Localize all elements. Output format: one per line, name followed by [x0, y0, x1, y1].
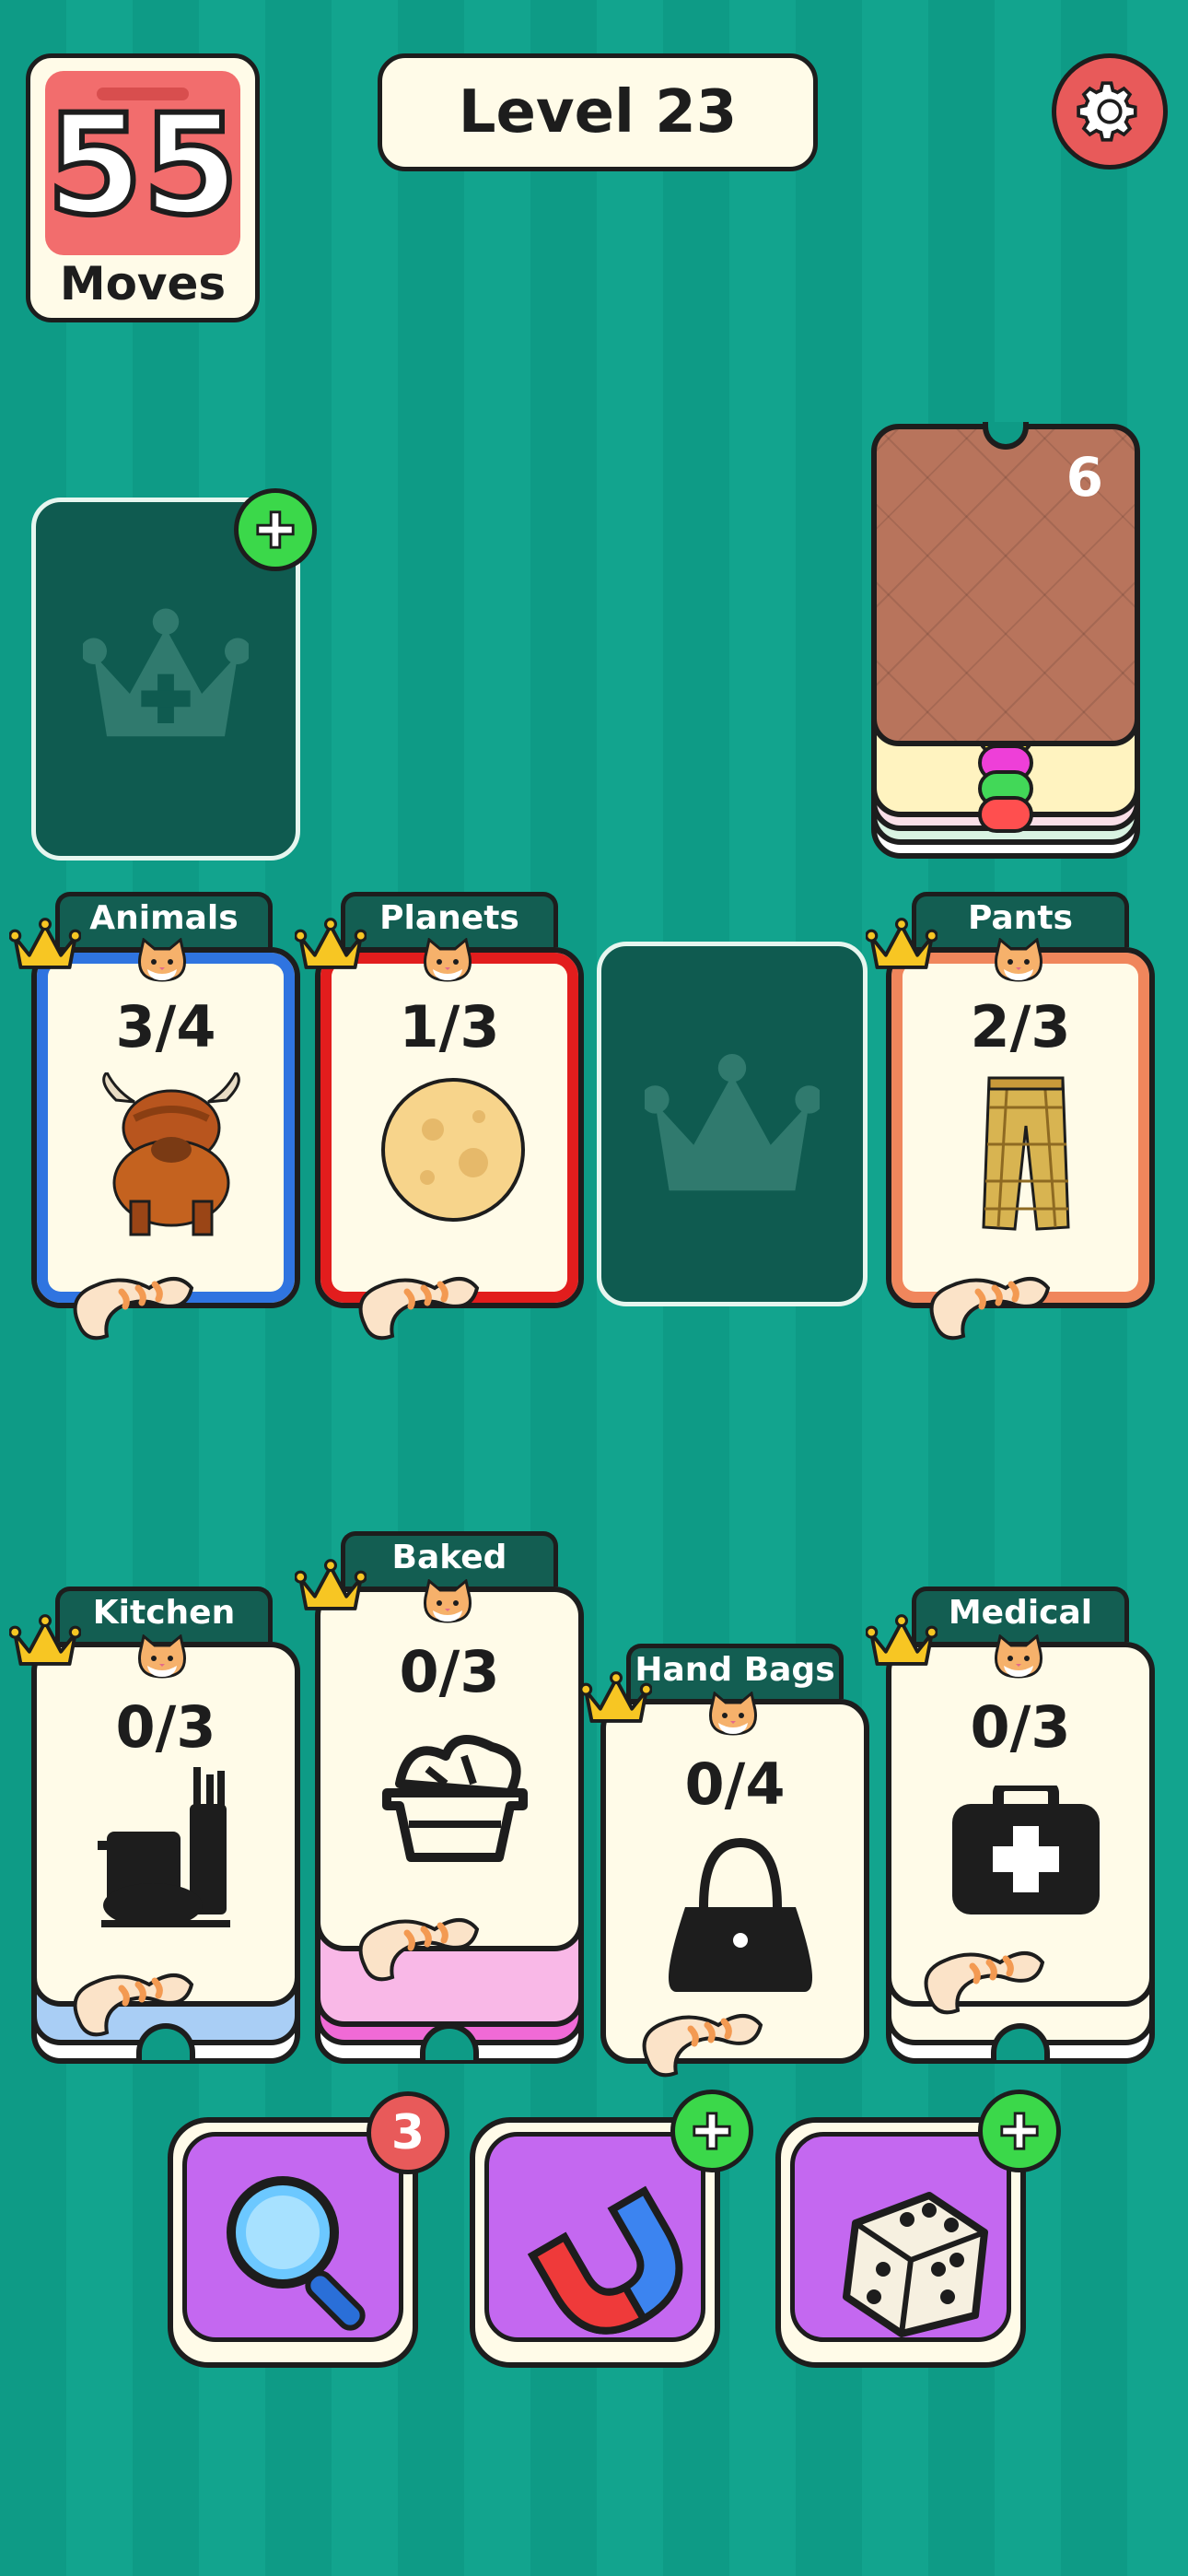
category-card-pants[interactable]: 2/3	[886, 947, 1155, 1308]
cat-face-icon	[134, 1634, 190, 1680]
cat-tail-icon	[352, 1260, 481, 1343]
bread-basket-icon	[382, 1735, 528, 1862]
cat-face-icon	[991, 1634, 1046, 1680]
crown-plus-icon	[83, 608, 249, 737]
crown-icon	[866, 1610, 938, 1671]
handbag-icon	[669, 1837, 812, 1992]
settings-button[interactable]	[1052, 53, 1168, 170]
plaid-pants-icon	[982, 1076, 1070, 1231]
crown-icon	[645, 1054, 820, 1191]
magnifier-count-badge: 3	[367, 2091, 449, 2174]
card-progress: 0/4	[684, 1751, 786, 1818]
cat-face-icon	[420, 938, 475, 984]
deck-count: 6	[1066, 446, 1103, 509]
moon-icon	[381, 1078, 525, 1222]
cat-face-icon	[705, 1692, 761, 1738]
cat-tail-icon	[635, 1997, 764, 2080]
dice-add-badge[interactable]	[978, 2090, 1061, 2172]
category-tab-baked: Baked	[341, 1531, 558, 1587]
plus-icon	[693, 2112, 731, 2150]
card-progress: 0/3	[115, 1693, 216, 1761]
cat-tail-icon	[66, 1260, 195, 1343]
crown-icon	[295, 914, 367, 975]
highland-cow-icon	[102, 1072, 240, 1236]
category-card-animals[interactable]: 3/4	[31, 947, 300, 1308]
crown-icon	[866, 914, 938, 975]
magnet-add-badge[interactable]	[670, 2090, 753, 2172]
dice-icon	[843, 2192, 988, 2337]
card-progress: 0/3	[970, 1693, 1071, 1761]
cat-tail-icon	[923, 1260, 1052, 1343]
category-card-planets[interactable]: 1/3	[315, 947, 584, 1308]
magnet-icon	[527, 2185, 683, 2335]
crown-icon	[295, 1555, 367, 1616]
medical-kit-icon	[952, 1786, 1100, 1914]
category-card-kitchen[interactable]: 0/3	[31, 1642, 300, 2007]
cat-face-icon	[134, 938, 190, 984]
plus-icon	[256, 510, 295, 549]
crown-icon	[9, 1610, 81, 1671]
moves-label: Moves	[59, 257, 227, 310]
magnifier-icon	[227, 2176, 366, 2331]
card-progress: 0/3	[399, 1638, 500, 1705]
crown-icon	[9, 914, 81, 975]
crown-icon	[580, 1668, 652, 1728]
level-title: Level 23	[378, 53, 818, 171]
category-card-baked[interactable]: 0/3	[315, 1587, 584, 1951]
add-slot-button[interactable]	[234, 488, 317, 571]
plus-icon	[1000, 2112, 1039, 2150]
cat-face-icon	[991, 938, 1046, 984]
card-progress: 3/4	[115, 993, 216, 1060]
empty-crown-slot[interactable]	[597, 942, 868, 1306]
cat-face-icon	[420, 1579, 475, 1625]
gear-icon	[1077, 81, 1137, 142]
draw-deck[interactable]: 6	[871, 422, 1140, 746]
category-tab-medical: Medical	[912, 1587, 1129, 1642]
card-progress: 2/3	[970, 993, 1071, 1060]
moves-counter: 55 Moves	[26, 53, 260, 322]
cat-tail-icon	[917, 1935, 1046, 2018]
kitchen-utensils-icon	[98, 1767, 230, 1927]
category-tab-kitchen: Kitchen	[55, 1587, 273, 1642]
cat-tail-icon	[352, 1902, 481, 1985]
category-tab-hand-bags: Hand Bags	[626, 1644, 844, 1699]
card-progress: 1/3	[399, 993, 500, 1060]
moves-count: 55	[44, 86, 242, 246]
